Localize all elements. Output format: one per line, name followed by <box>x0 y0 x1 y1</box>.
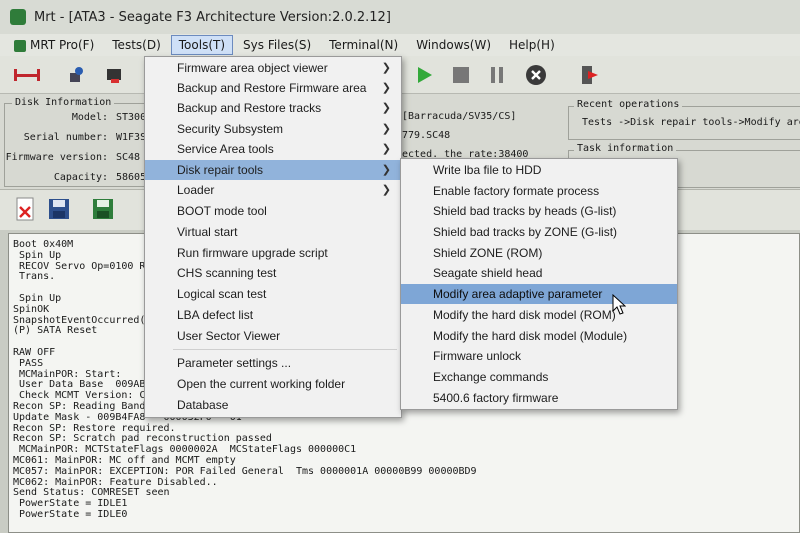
menu-item-backup-restore-firmware[interactable]: Backup and Restore Firmware area ❯ <box>145 78 401 98</box>
submenu-item-5400-factory-firmware[interactable]: 5400.6 factory firmware <box>401 388 677 408</box>
menu-mrt-pro-label: MRT Pro(F) <box>30 38 95 52</box>
menu-item-label: Backup and Restore tracks <box>177 101 322 115</box>
submenu-item-write-lba-file[interactable]: Write lba file to HDD <box>401 160 677 180</box>
save-log-icon[interactable] <box>46 196 72 222</box>
capacity-value: 58605 <box>116 172 147 183</box>
capacity-label: Capacity: <box>53 172 108 183</box>
menu-item-label: Loader <box>177 183 215 197</box>
firmware-value: SC48 <box>116 152 141 163</box>
log-line: MC057: MainPOR: EXCEPTION: POR Failed Ge… <box>13 465 477 477</box>
menu-item-database[interactable]: Database <box>145 395 401 415</box>
log-line: Send Status: COMRESET seen <box>13 487 170 499</box>
menu-item-security-subsystem[interactable]: Security Subsystem ❯ <box>145 119 401 139</box>
menu-item-user-sector-viewer[interactable]: User Sector Viewer <box>145 326 401 346</box>
log-line: PowerState = IDLE1 <box>13 498 128 510</box>
menu-item-label: Backup and Restore Firmware area <box>177 81 367 95</box>
stop-icon[interactable] <box>448 62 474 88</box>
tools-menu: Firmware area object viewer ❯ Backup and … <box>144 56 402 418</box>
drive-firmware: 779.SC48 <box>402 130 451 141</box>
play-icon[interactable] <box>412 62 438 88</box>
menu-item-logical-scan-test[interactable]: Logical scan test <box>145 284 401 304</box>
serial-value: W1F3S <box>116 132 147 143</box>
mouse-cursor-icon <box>612 294 626 315</box>
submenu-item-enable-factory-format[interactable]: Enable factory formate process <box>401 181 677 201</box>
menu-item-loader[interactable]: Loader ❯ <box>145 180 401 200</box>
submenu-arrow-icon: ❯ <box>381 102 391 114</box>
menu-mrt-pro[interactable]: MRT Pro(F) <box>6 35 102 55</box>
disk-repair-submenu: Write lba file to HDD Enable factory for… <box>400 158 678 410</box>
drive-family: [Barracuda/SV35/CS] <box>402 111 517 122</box>
submenu-item-exchange-commands[interactable]: Exchange commands <box>401 367 677 387</box>
log-line: Update Mask - 009B4FA8 - 000032F0 - 01 <box>13 411 242 423</box>
submenu-item-modify-area-adaptive[interactable]: Modify area adaptive parameter <box>401 284 677 304</box>
log-line: PowerState = IDLE0 <box>13 508 128 520</box>
submenu-item-modify-model-module[interactable]: Modify the hard disk model (Module) <box>401 326 677 346</box>
menu-help[interactable]: Help(H) <box>501 35 563 55</box>
submenu-item-shield-bad-tracks-heads[interactable]: Shield bad tracks by heads (G-list) <box>401 201 677 221</box>
serial-label: Serial number: <box>23 132 108 143</box>
submenu-arrow-icon: ❯ <box>381 143 391 155</box>
menu-item-virtual-start[interactable]: Virtual start <box>145 222 401 242</box>
menu-tools[interactable]: Tools(T) <box>170 35 234 55</box>
model-value: ST300 <box>116 112 147 123</box>
menu-item-service-area-tools[interactable]: Service Area tools ❯ <box>145 139 401 159</box>
submenu-item-shield-bad-tracks-zone[interactable]: Shield bad tracks by ZONE (G-list) <box>401 222 677 242</box>
submenu-item-firmware-unlock[interactable]: Firmware unlock <box>401 346 677 366</box>
menu-item-label: Disk repair tools <box>177 163 264 177</box>
recent-ops-text: Tests ->Disk repair tools->Modify area <box>582 117 800 128</box>
menu-windows[interactable]: Windows(W) <box>408 35 499 55</box>
model-label: Model: <box>71 112 108 123</box>
submenu-item-seagate-shield-head[interactable]: Seagate shield head <box>401 263 677 283</box>
export-log-icon[interactable] <box>90 196 116 222</box>
clear-log-icon[interactable] <box>12 196 38 222</box>
submenu-item-shield-zone-rom[interactable]: Shield ZONE (ROM) <box>401 243 677 263</box>
submenu-item-modify-model-rom[interactable]: Modify the hard disk model (ROM) <box>401 305 677 325</box>
menu-item-label: Service Area tools <box>177 142 274 156</box>
menu-item-label: Security Subsystem <box>177 122 284 136</box>
recent-ops-legend: Recent operations <box>574 99 683 110</box>
menu-item-chs-scanning-test[interactable]: CHS scanning test <box>145 263 401 283</box>
submenu-arrow-icon: ❯ <box>381 62 391 74</box>
tool-icon[interactable] <box>64 62 90 88</box>
cancel-icon[interactable] <box>523 62 549 88</box>
menu-item-label: Firmware area object viewer <box>177 61 328 75</box>
menu-terminal[interactable]: Terminal(N) <box>321 35 406 55</box>
menu-item-run-firmware-upgrade[interactable]: Run firmware upgrade script <box>145 243 401 263</box>
menu-sys-files[interactable]: Sys Files(S) <box>235 35 319 55</box>
menu-item-lba-defect-list[interactable]: LBA defect list <box>145 305 401 325</box>
menu-item-parameter-settings[interactable]: Parameter settings ... <box>145 353 401 373</box>
task-info-legend: Task information <box>574 143 677 154</box>
title-bar: Mrt - [ATA3 - Seagate F3 Architecture Ve… <box>0 0 800 34</box>
mrt-icon <box>14 39 26 52</box>
device-icon[interactable] <box>102 62 128 88</box>
menu-separator <box>173 349 397 350</box>
submenu-arrow-icon: ❯ <box>381 82 391 94</box>
submenu-arrow-icon: ❯ <box>381 123 391 135</box>
menu-item-firmware-area-object-viewer[interactable]: Firmware area object viewer ❯ <box>145 58 401 78</box>
menu-item-disk-repair-tools[interactable]: Disk repair tools ❯ <box>145 160 401 180</box>
menu-item-boot-mode-tool[interactable]: BOOT mode tool <box>145 201 401 221</box>
submenu-arrow-icon: ❯ <box>381 184 391 196</box>
pause-icon[interactable] <box>484 62 510 88</box>
menu-bar: MRT Pro(F) Tests(D) Tools(T) Sys Files(S… <box>0 34 800 56</box>
menu-item-backup-restore-tracks[interactable]: Backup and Restore tracks ❯ <box>145 98 401 118</box>
menu-tests[interactable]: Tests(D) <box>104 35 169 55</box>
disk-info-legend: Disk Information <box>12 97 115 108</box>
window-title: Mrt - [ATA3 - Seagate F3 Architecture Ve… <box>34 9 391 25</box>
exit-icon[interactable] <box>576 62 602 88</box>
submenu-arrow-icon: ❯ <box>381 164 391 176</box>
app-icon <box>10 9 26 25</box>
menu-item-open-working-folder[interactable]: Open the current working folder <box>145 374 401 394</box>
disconnect-icon[interactable] <box>14 62 40 88</box>
firmware-label: Firmware version: <box>5 152 108 163</box>
